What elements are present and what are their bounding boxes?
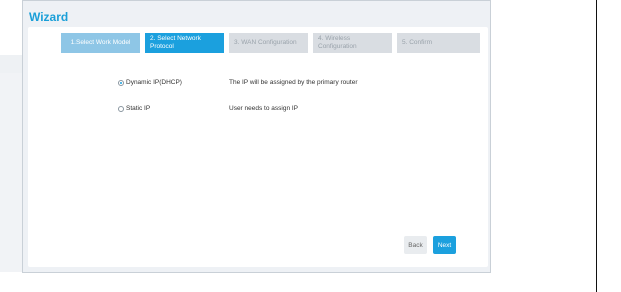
wizard-steps: 1.Select Work Model 2. Select Network Pr… — [61, 33, 480, 53]
back-button[interactable]: Back — [404, 236, 427, 254]
dhcp-label: Dynamic IP(DHCP) — [126, 79, 182, 86]
dhcp-option[interactable]: Dynamic IP(DHCP) — [118, 79, 182, 86]
dhcp-description: The IP will be assigned by the primary r… — [229, 79, 358, 86]
static-ip-radio[interactable] — [118, 105, 124, 112]
static-ip-description: User needs to assign IP — [229, 105, 299, 112]
step-wireless-configuration[interactable]: 4. Wireless Configuration — [313, 33, 392, 53]
wizard-card — [28, 27, 488, 267]
step-confirm[interactable]: 5. Confirm — [397, 33, 480, 53]
step-select-network-protocol[interactable]: 2. Select Network Protocol — [145, 33, 224, 53]
next-button[interactable]: Next — [433, 236, 456, 254]
static-ip-label: Static IP — [126, 105, 151, 112]
static-ip-option[interactable]: Static IP — [118, 105, 150, 112]
step-wan-configuration[interactable]: 3. WAN Configuration — [229, 33, 308, 53]
dhcp-radio[interactable] — [118, 79, 124, 86]
divider — [596, 0, 597, 292]
step-select-work-model[interactable]: 1.Select Work Model — [61, 33, 140, 53]
wizard-title: Wizard — [29, 10, 69, 24]
